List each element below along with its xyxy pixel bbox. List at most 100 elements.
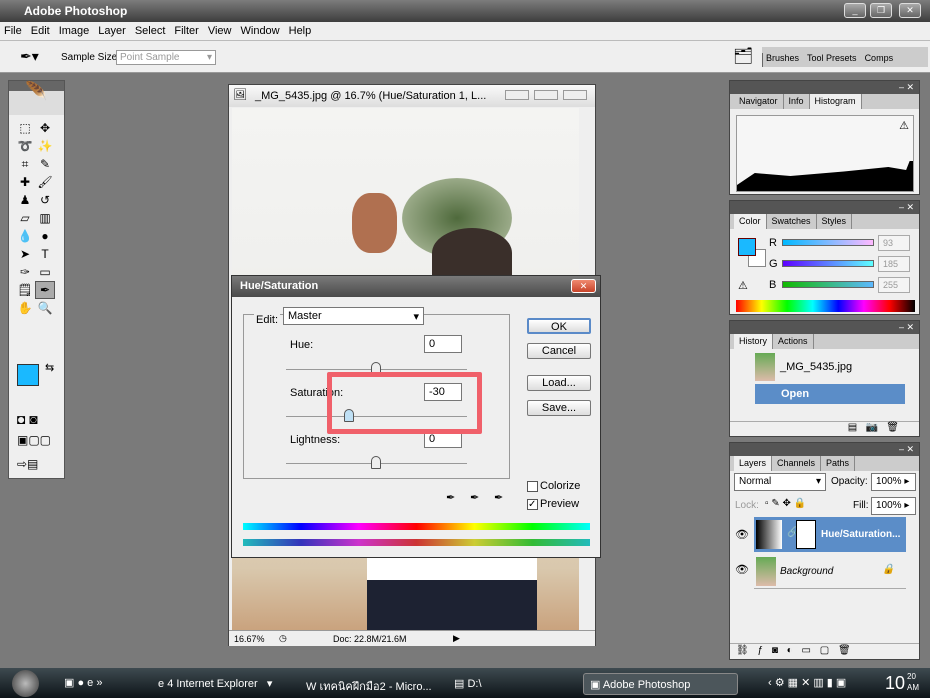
eyedropper-minus-icon[interactable]: ✒ bbox=[494, 491, 503, 504]
hue-input[interactable]: 0 bbox=[424, 335, 462, 353]
g-slider[interactable] bbox=[782, 260, 874, 267]
brush-tool-icon[interactable]: 🖌 bbox=[35, 173, 55, 191]
crop-tool-icon[interactable]: ⌗ bbox=[15, 155, 35, 173]
lightness-slider-thumb[interactable] bbox=[371, 456, 381, 469]
path-select-icon[interactable]: ➤ bbox=[15, 245, 35, 263]
tab-actions[interactable]: Actions bbox=[773, 334, 814, 349]
healing-brush-icon[interactable]: ✚ bbox=[15, 173, 35, 191]
layer-style-icon[interactable]: ƒ bbox=[757, 645, 763, 656]
tab-histogram[interactable]: Histogram bbox=[809, 94, 862, 109]
zoom-tool-icon[interactable]: 🔍 bbox=[35, 299, 55, 317]
blur-tool-icon[interactable]: 💧 bbox=[15, 227, 35, 245]
layer-row-hue-saturation[interactable]: 🔗 Hue/Saturation... bbox=[754, 517, 906, 552]
r-slider[interactable] bbox=[782, 239, 874, 246]
pen-tool-icon[interactable]: ✑ bbox=[15, 263, 35, 281]
taskbar-item-explorer[interactable]: ▤ D:\ bbox=[448, 673, 488, 695]
tab-swatches[interactable]: Swatches bbox=[767, 214, 817, 229]
clone-stamp-icon[interactable]: ♟ bbox=[15, 191, 35, 209]
menu-edit[interactable]: Edit bbox=[31, 25, 50, 37]
save-button[interactable]: Save... bbox=[527, 400, 591, 416]
lock-icons[interactable]: ▫ ✎ ✥ 🔒 bbox=[765, 498, 806, 509]
dodge-tool-icon[interactable]: ● bbox=[35, 227, 55, 245]
new-document-icon[interactable]: ▤ bbox=[848, 422, 857, 433]
eyedropper-plus-icon[interactable]: ✒ bbox=[470, 491, 479, 504]
tab-history[interactable]: History bbox=[734, 334, 774, 349]
restore-button[interactable]: ❐ bbox=[870, 3, 892, 18]
menu-view[interactable]: View bbox=[208, 25, 232, 37]
quick-launch-icons[interactable]: ▣ ● e » bbox=[64, 676, 102, 689]
file-browser-icon[interactable]: 🗂 bbox=[733, 46, 753, 66]
tab-layers[interactable]: Layers bbox=[734, 456, 773, 471]
magic-wand-tool-icon[interactable]: ✨ bbox=[35, 137, 55, 155]
g-value[interactable]: 185 bbox=[878, 256, 910, 272]
colorize-checkbox[interactable] bbox=[527, 481, 538, 492]
marquee-tool-icon[interactable]: ⬚ bbox=[15, 119, 35, 137]
r-value[interactable]: 93 bbox=[878, 235, 910, 251]
quick-mask-icon[interactable]: ◘ ◙ bbox=[17, 411, 38, 427]
well-tab-brushes[interactable]: Brushes bbox=[762, 53, 802, 67]
history-brush-icon[interactable]: ↺ bbox=[35, 191, 55, 209]
move-tool-icon[interactable]: ✥ bbox=[35, 119, 55, 137]
zoom-level[interactable]: 16.67% bbox=[234, 634, 265, 644]
add-mask-icon[interactable]: ◙ bbox=[772, 645, 778, 656]
warning-icon[interactable]: ⚠ bbox=[899, 119, 909, 132]
eyedropper-tool-preset-icon[interactable]: ✒▾ bbox=[20, 48, 39, 65]
tab-info[interactable]: Info bbox=[784, 94, 810, 109]
new-layer-icon[interactable]: ▢ bbox=[820, 645, 829, 656]
ok-button[interactable]: OK bbox=[527, 318, 591, 334]
swap-colors-icon[interactable]: ⇆ bbox=[45, 361, 54, 374]
edit-select[interactable]: Master ▾ bbox=[283, 307, 424, 325]
layer-row-background[interactable]: Background 🔒 bbox=[754, 554, 906, 589]
history-snapshot[interactable]: _MG_5435.jpg bbox=[780, 361, 852, 373]
history-step-open[interactable]: Open bbox=[755, 384, 905, 404]
delete-layer-icon[interactable]: 🗑 bbox=[838, 645, 851, 656]
eyedropper-icon[interactable]: ✒ bbox=[446, 491, 455, 504]
status-menu-icon[interactable]: ◷ bbox=[279, 633, 287, 644]
menu-file[interactable]: File bbox=[4, 25, 22, 37]
menu-window[interactable]: Window bbox=[241, 25, 280, 37]
taskbar-item-word[interactable]: W เทคนิคฝึกมือ2 - Micro... bbox=[300, 673, 438, 695]
hand-tool-icon[interactable]: ✋ bbox=[15, 299, 35, 317]
status-arrow-icon[interactable]: ▶ bbox=[453, 633, 460, 644]
screen-mode-icon[interactable]: ▣▢▢ bbox=[17, 433, 51, 447]
blend-mode-select[interactable]: Normal ▾ bbox=[734, 473, 826, 491]
dialog-close-button[interactable]: ✕ bbox=[571, 279, 596, 293]
snapshot-icon[interactable]: 📷 bbox=[866, 422, 878, 433]
lasso-tool-icon[interactable]: ➰ bbox=[15, 137, 35, 155]
preview-checkbox[interactable]: ✓ bbox=[527, 499, 538, 510]
adjustment-layer-icon[interactable]: ◐ bbox=[787, 645, 793, 656]
notes-tool-icon[interactable]: 🗒 bbox=[15, 281, 35, 299]
taskbar-item-ie[interactable]: e 4 Internet Explorer ▾ bbox=[152, 673, 278, 695]
load-button[interactable]: Load... bbox=[527, 375, 591, 391]
eraser-tool-icon[interactable]: ▱ bbox=[15, 209, 35, 227]
doc-maximize-button[interactable] bbox=[534, 90, 558, 100]
eyedropper-tool-icon[interactable]: ✒ bbox=[35, 281, 55, 299]
shape-tool-icon[interactable]: ▭ bbox=[35, 263, 55, 281]
well-tab-comps[interactable]: Comps bbox=[862, 53, 897, 67]
system-tray-icons[interactable]: ‹ ⚙ ▦ ✕ ▥ ▮ ▣ bbox=[768, 676, 846, 689]
minimize-button[interactable]: _ bbox=[844, 3, 866, 18]
fill-input[interactable]: 100% ▸ bbox=[871, 497, 916, 515]
visibility-eye-icon[interactable]: 👁 bbox=[735, 528, 749, 541]
menu-help[interactable]: Help bbox=[289, 25, 312, 37]
color-ramp[interactable] bbox=[736, 300, 915, 312]
visibility-eye-icon[interactable]: 👁 bbox=[735, 563, 749, 576]
type-tool-icon[interactable]: T bbox=[35, 245, 55, 263]
trash-icon[interactable]: 🗑 bbox=[886, 422, 899, 433]
tab-channels[interactable]: Channels bbox=[772, 456, 822, 471]
gamut-warning-icon[interactable]: ⚠ bbox=[738, 279, 748, 292]
foreground-color-swatch[interactable] bbox=[17, 364, 39, 386]
close-button[interactable]: ✕ bbox=[899, 3, 921, 18]
new-group-icon[interactable]: ▭ bbox=[801, 645, 810, 656]
tab-color[interactable]: Color bbox=[734, 214, 767, 229]
menu-select[interactable]: Select bbox=[135, 25, 166, 37]
cancel-button[interactable]: Cancel bbox=[527, 343, 591, 359]
b-value[interactable]: 255 bbox=[878, 277, 910, 293]
gradient-tool-icon[interactable]: ▥ bbox=[35, 209, 55, 227]
opacity-input[interactable]: 100% ▸ bbox=[871, 473, 916, 491]
slice-tool-icon[interactable]: ✎ bbox=[35, 155, 55, 173]
taskbar-item-photoshop[interactable]: ▣ Adobe Photoshop bbox=[583, 673, 738, 695]
tab-paths[interactable]: Paths bbox=[821, 456, 856, 471]
b-slider[interactable] bbox=[782, 281, 874, 288]
menu-image[interactable]: Image bbox=[59, 25, 90, 37]
